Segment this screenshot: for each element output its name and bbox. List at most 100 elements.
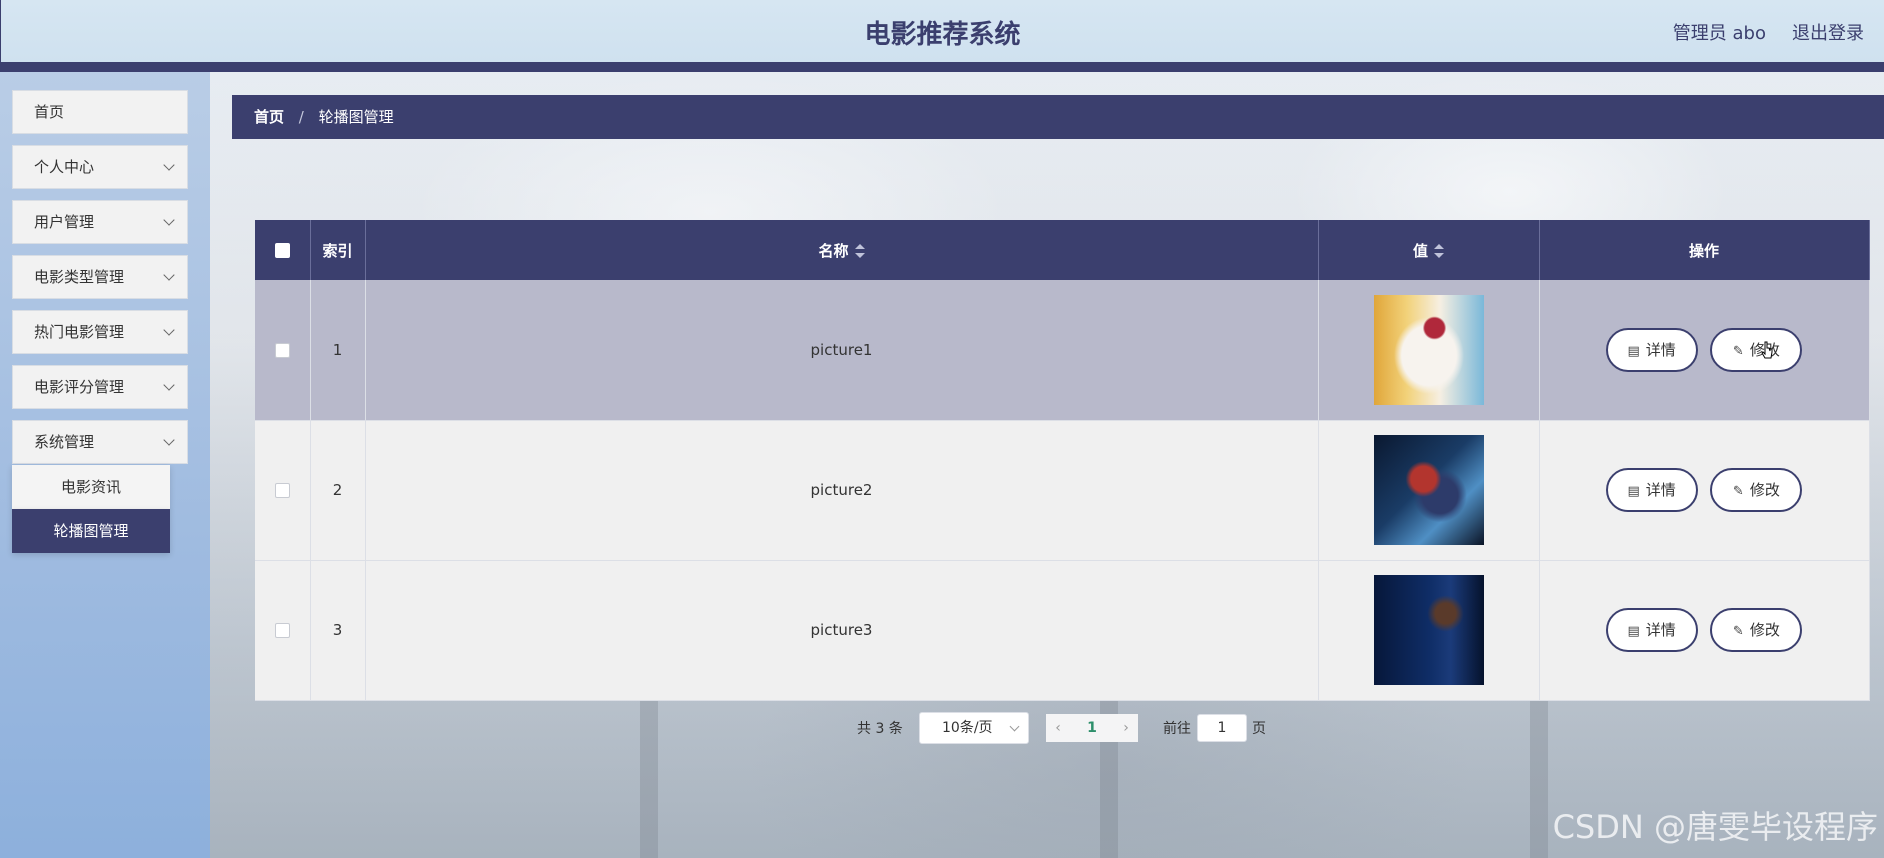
column-header-label: 名称 — [818, 241, 849, 260]
app-title: 电影推荐系统 — [864, 20, 1021, 50]
row-actions: ▤ 详情 ✎ 修改 — [1539, 560, 1870, 701]
mouse-cursor-icon — [1761, 341, 1773, 359]
sidebar-item-label: 系统管理 — [34, 433, 95, 451]
select-all-cell — [255, 220, 311, 280]
goto-label: 前往 — [1163, 721, 1191, 737]
chevron-down-icon — [163, 159, 175, 171]
page-navigator: ‹ 1 › — [1046, 714, 1138, 742]
sort-icon[interactable] — [1434, 244, 1444, 258]
sidebar-item-label: 用户管理 — [34, 213, 95, 231]
detail-button-label: 详情 — [1645, 621, 1676, 639]
edit-button[interactable]: ✎修改 — [1710, 327, 1803, 372]
top-header: 电影推荐系统 管理员 abo 退出登录 — [0, 0, 1884, 62]
select-all-checkbox[interactable] — [274, 243, 290, 258]
current-user: 管理员 abo — [1672, 23, 1766, 44]
logout-button[interactable]: 退出登录 — [1792, 19, 1864, 45]
next-page-button[interactable]: › — [1114, 714, 1138, 742]
column-header-label: 值 — [1412, 241, 1428, 260]
row-actions: ▤ 详情 ✎ 修改 — [1539, 420, 1870, 561]
sidebar-item-label: 电影类型管理 — [34, 268, 125, 286]
row-index: 1 — [310, 280, 366, 421]
submenu-item-label: 电影资讯 — [60, 478, 121, 496]
detail-button[interactable]: ▤ 详情 — [1605, 327, 1698, 372]
table-row[interactable]: 3 picture3 ▤ 详情 ✎ 修改 — [255, 560, 1870, 701]
document-icon: ▤ — [1627, 343, 1640, 359]
breadcrumb-home[interactable]: 首页 — [254, 108, 284, 126]
row-index: 3 — [310, 560, 366, 701]
sidebar-item-movie-type-management[interactable]: 电影类型管理 — [12, 255, 188, 299]
row-select-cell — [255, 420, 311, 561]
row-value-cell — [1318, 420, 1540, 561]
chevron-down-icon — [163, 434, 175, 446]
row-checkbox[interactable] — [274, 342, 290, 358]
chevron-down-icon — [163, 214, 175, 226]
page-number-current[interactable]: 1 — [1076, 714, 1108, 742]
column-header-actions: 操作 — [1539, 220, 1870, 280]
background-pillar — [1530, 700, 1548, 858]
carousel-table: 索引 名称 值 操作 1 picture1 ▤详情 ✎修改 2 picture2… — [255, 220, 1870, 701]
header-divider — [0, 62, 1884, 72]
breadcrumb-separator: / — [298, 108, 304, 126]
chevron-down-icon — [1009, 721, 1020, 732]
sidebar-item-label: 首页 — [34, 103, 65, 121]
row-index: 2 — [310, 420, 366, 561]
chevron-down-icon — [163, 324, 175, 336]
sidebar-item-hot-movie-management[interactable]: 热门电影管理 — [12, 310, 188, 354]
edit-button[interactable]: ✎ 修改 — [1710, 468, 1803, 512]
page-unit-label: 页 — [1252, 721, 1266, 737]
column-header-name[interactable]: 名称 — [365, 220, 1319, 280]
row-value-cell — [1318, 560, 1540, 701]
page-size-select[interactable]: 10条/页 — [919, 712, 1029, 744]
sidebar-item-home[interactable]: 首页 — [12, 90, 188, 134]
sidebar-item-label: 个人中心 — [34, 158, 95, 176]
watermark-text: CSDN @唐雯毕设程序 — [1552, 808, 1878, 846]
table-row[interactable]: 2 picture2 ▤ 详情 ✎ 修改 — [255, 420, 1870, 561]
sidebar-item-user-management[interactable]: 用户管理 — [12, 200, 188, 244]
submenu-item-carousel-management[interactable]: 轮播图管理 — [12, 509, 170, 553]
row-select-cell — [255, 560, 311, 701]
row-checkbox[interactable] — [274, 483, 290, 498]
page-size-value: 10条/页 — [942, 720, 993, 736]
chevron-down-icon — [163, 379, 175, 391]
sidebar-item-label: 电影评分管理 — [34, 378, 125, 396]
detail-button[interactable]: ▤ 详情 — [1605, 468, 1698, 512]
edit-icon: ✎ — [1732, 343, 1744, 359]
edit-button-label: 修改 — [1749, 621, 1780, 639]
row-name: picture1 — [365, 280, 1319, 421]
background-pillar — [640, 700, 658, 858]
sort-icon[interactable] — [854, 244, 865, 258]
row-checkbox[interactable] — [274, 623, 290, 638]
sidebar-item-movie-rating-management[interactable]: 电影评分管理 — [12, 365, 188, 409]
edit-icon: ✎ — [1732, 484, 1744, 499]
breadcrumb-current: 轮播图管理 — [318, 108, 394, 126]
pagination-total: 共 3 条 — [857, 721, 903, 737]
row-name: picture2 — [365, 420, 1319, 561]
sidebar-item-label: 热门电影管理 — [34, 323, 125, 341]
goto-page-input[interactable] — [1197, 714, 1247, 742]
column-header-value[interactable]: 值 — [1318, 220, 1540, 280]
edit-button-label: 修改 — [1749, 481, 1780, 499]
document-icon: ▤ — [1627, 624, 1640, 639]
sidebar-item-personal-center[interactable]: 个人中心 — [12, 145, 188, 189]
detail-button-label: 详情 — [1645, 340, 1676, 359]
movie-poster-thumbnail[interactable] — [1373, 435, 1484, 545]
column-header-index: 索引 — [310, 220, 366, 280]
table-header-row: 索引 名称 值 操作 — [255, 220, 1870, 280]
row-actions: ▤ 详情 ✎修改 — [1539, 280, 1870, 421]
row-name: picture3 — [365, 560, 1319, 701]
movie-poster-thumbnail[interactable] — [1373, 294, 1484, 405]
sidebar-item-system-management[interactable]: 系统管理 — [12, 420, 188, 464]
detail-button-label: 详情 — [1645, 481, 1676, 499]
chevron-down-icon — [163, 269, 175, 281]
movie-poster-thumbnail[interactable] — [1373, 575, 1484, 685]
submenu-item-label: 轮播图管理 — [53, 522, 129, 540]
breadcrumb: 首页 / 轮播图管理 — [232, 95, 1884, 139]
document-icon: ▤ — [1627, 484, 1640, 499]
edit-button[interactable]: ✎ 修改 — [1710, 608, 1803, 652]
detail-button[interactable]: ▤ 详情 — [1605, 608, 1698, 652]
row-value-cell — [1318, 280, 1540, 421]
edit-icon: ✎ — [1732, 624, 1744, 639]
table-row[interactable]: 1 picture1 ▤ 详情 ✎修改 — [255, 280, 1870, 421]
prev-page-button[interactable]: ‹ — [1046, 714, 1070, 742]
submenu-item-movie-news[interactable]: 电影资讯 — [12, 465, 170, 509]
